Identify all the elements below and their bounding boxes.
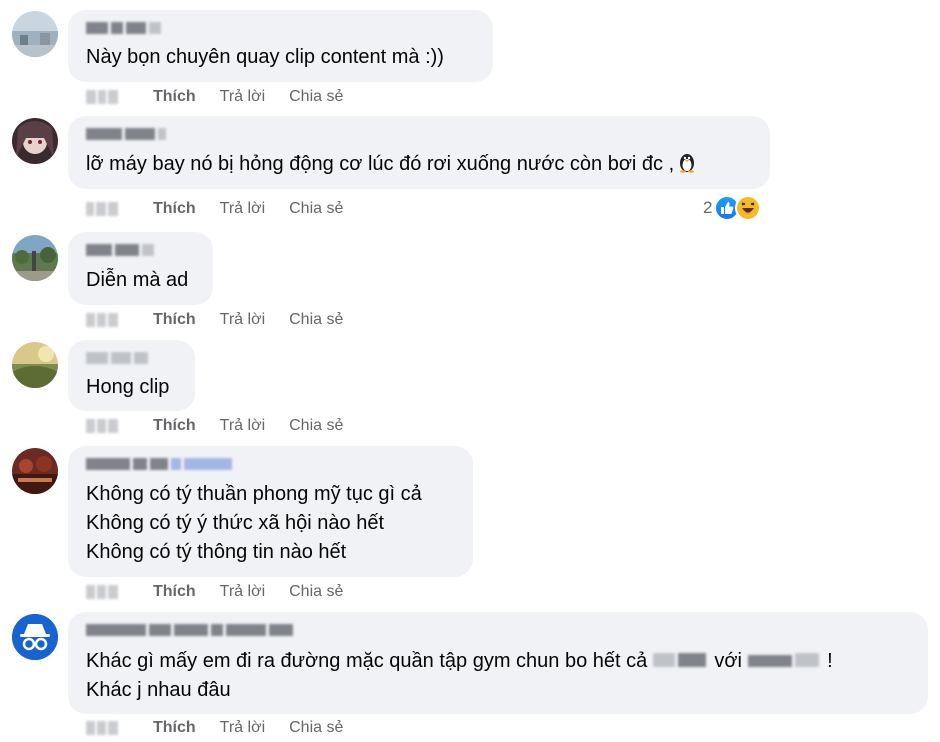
reply-button[interactable]: Trả lời [220,417,265,435]
share-button[interactable]: Chia sẻ [289,583,343,601]
comment-actions: Thích Trả lời Chia sẻ [86,717,343,739]
comment-actions: Thích Trả lời Chia sẻ [86,86,343,108]
comment-actions: Thích Trả lời Chia sẻ [86,198,343,220]
like-button[interactable]: Thích [153,583,196,601]
haha-icon [735,195,762,221]
timestamp-redacted[interactable] [86,88,130,106]
comment-bubble: Diễn mà ad [68,232,213,305]
comment-text-content: lỡ máy bay nó bị hỏng động cơ lúc đó rơi… [86,153,675,175]
reaction-count: 2 [703,198,713,217]
share-button[interactable]: Chia sẻ [289,200,343,218]
comment-actions: Thích Trả lời Chia sẻ [86,415,343,437]
avatar[interactable] [12,614,58,660]
timestamp-redacted[interactable] [86,311,130,329]
like-button[interactable]: Thích [153,311,196,329]
comment-text: Khác j nhau đâu [86,679,231,701]
share-button[interactable]: Chia sẻ [289,417,343,435]
avatar[interactable] [12,448,58,494]
share-button[interactable]: Chia sẻ [289,719,343,737]
comment-text: Không có tý thuần phong mỹ tục gì cả [86,483,422,505]
reply-button[interactable]: Trả lời [220,200,265,218]
reply-button[interactable]: Trả lời [220,88,265,106]
avatar[interactable] [12,235,58,281]
like-button[interactable]: Thích [153,719,196,737]
comment-text: Này bọn chuyên quay clip content mà :)) [86,46,444,68]
timestamp-redacted[interactable] [86,719,130,737]
author-name-redacted[interactable] [86,242,157,258]
anonymous-incognito-icon [12,614,58,660]
reply-button[interactable]: Trả lời [220,583,265,601]
author-name-redacted[interactable] [86,622,296,638]
comment-text-part: với [714,650,742,672]
share-button[interactable]: Chia sẻ [289,311,343,329]
like-button[interactable]: Thích [153,88,196,106]
comment-actions: Thích Trả lời Chia sẻ [86,309,343,331]
author-name-redacted[interactable] [86,456,235,472]
avatar[interactable] [12,11,58,57]
timestamp-redacted[interactable] [86,200,130,218]
penguin-icon [676,151,698,182]
comment-text: lỡ máy bay nó bị hỏng động cơ lúc đó rơi… [86,150,698,182]
comment-actions: Thích Trả lời Chia sẻ [86,581,343,603]
avatar[interactable] [12,342,58,388]
reply-button[interactable]: Trả lời [220,311,265,329]
reaction-summary[interactable]: 2 [703,194,762,222]
comment-text-part: ! [827,650,833,672]
timestamp-redacted[interactable] [86,417,130,435]
comment-bubble: Hong clip [68,340,195,411]
author-name-redacted[interactable] [86,126,169,142]
comment-text-part: Khác gì mấy em đi ra đường mặc quần tập … [86,650,648,672]
reply-button[interactable]: Trả lời [220,719,265,737]
comment-bubble: lỡ máy bay nó bị hỏng động cơ lúc đó rơi… [68,116,770,189]
like-button[interactable]: Thích [153,417,196,435]
comment-text: Không có tý thông tin nào hết [86,541,347,563]
comment-text: Khác gì mấy em đi ra đường mặc quần tập … [86,647,833,676]
like-button[interactable]: Thích [153,200,196,218]
comment-bubble: Khác gì mấy em đi ra đường mặc quần tập … [68,612,928,714]
author-name-redacted[interactable] [86,20,164,36]
comment-bubble: Không có tý thuần phong mỹ tục gì cả Khô… [68,446,473,577]
comment-text: Hong clip [86,376,170,398]
share-button[interactable]: Chia sẻ [289,88,343,106]
timestamp-redacted[interactable] [86,583,130,601]
comment-bubble: Này bọn chuyên quay clip content mà :)) [68,10,493,82]
comment-text: Diễn mà ad [86,269,189,291]
author-name-redacted[interactable] [86,350,151,366]
avatar[interactable] [12,118,58,164]
comment-text: Không có tý ý thức xã hội nào hết [86,512,385,534]
